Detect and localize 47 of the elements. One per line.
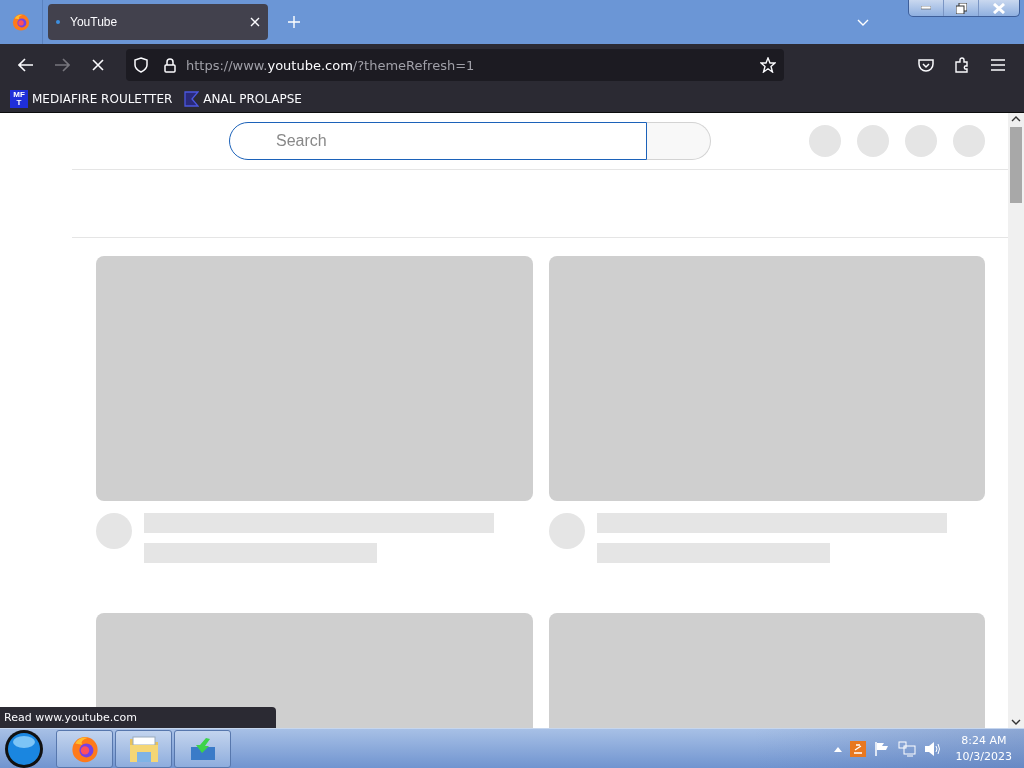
- flag-icon[interactable]: [873, 741, 890, 757]
- shield-icon[interactable]: [134, 57, 148, 73]
- forward-icon[interactable]: [54, 58, 70, 72]
- stop-icon[interactable]: [92, 59, 104, 71]
- icon-placeholder: [905, 125, 937, 157]
- plus-icon[interactable]: [288, 16, 300, 28]
- search-field[interactable]: Search: [229, 122, 647, 160]
- taskbar-button[interactable]: [56, 730, 113, 768]
- start-button[interactable]: [4, 729, 44, 768]
- bookmark[interactable]: ANAL PROLAPSE: [184, 91, 302, 107]
- icon-placeholder: [953, 125, 985, 157]
- back-icon[interactable]: [18, 58, 34, 72]
- tray-app-icon[interactable]: [849, 741, 866, 757]
- icon-placeholder: [857, 125, 889, 157]
- scroll-thumb[interactable]: [1010, 127, 1022, 203]
- browser-tab[interactable]: YouTube: [48, 4, 268, 40]
- chevron-down-icon[interactable]: [857, 18, 869, 26]
- firefox-icon: [70, 735, 99, 763]
- lock-icon[interactable]: [164, 57, 176, 73]
- dot-icon: [56, 20, 60, 24]
- scroll-up-icon[interactable]: [1011, 116, 1021, 122]
- puzzle-icon[interactable]: [954, 57, 970, 73]
- status-tooltip: Read www.youtube.com: [0, 707, 276, 728]
- network-icon[interactable]: [897, 741, 916, 757]
- avatar-placeholder: [549, 513, 585, 549]
- pocket-icon[interactable]: [918, 58, 934, 72]
- scrollbar[interactable]: [1008, 113, 1024, 728]
- minimize-icon: [921, 6, 931, 10]
- scroll-down-icon[interactable]: [1011, 719, 1021, 725]
- menu-icon[interactable]: [991, 59, 1005, 71]
- address-bar[interactable]: https://www.youtube.com/?themeRefresh=1: [126, 49, 784, 81]
- caret-up-icon[interactable]: [833, 746, 842, 752]
- close-icon[interactable]: [250, 17, 260, 27]
- folder-icon: [128, 735, 159, 763]
- avatar-placeholder: [96, 513, 132, 549]
- icon-placeholder: [809, 125, 841, 157]
- sigma-icon: [184, 91, 200, 107]
- close-icon: [993, 2, 1005, 14]
- restore-icon: [955, 2, 967, 14]
- bookmark-icon: MF T: [10, 90, 28, 108]
- download-icon: [189, 737, 216, 761]
- star-icon[interactable]: [760, 57, 776, 73]
- url-text: https://www.youtube.com/?themeRefresh=1: [186, 57, 476, 73]
- firefox-icon[interactable]: [12, 13, 30, 31]
- taskbar-button[interactable]: [174, 730, 231, 768]
- speaker-icon[interactable]: [923, 741, 942, 757]
- taskbar-button[interactable]: [115, 730, 172, 768]
